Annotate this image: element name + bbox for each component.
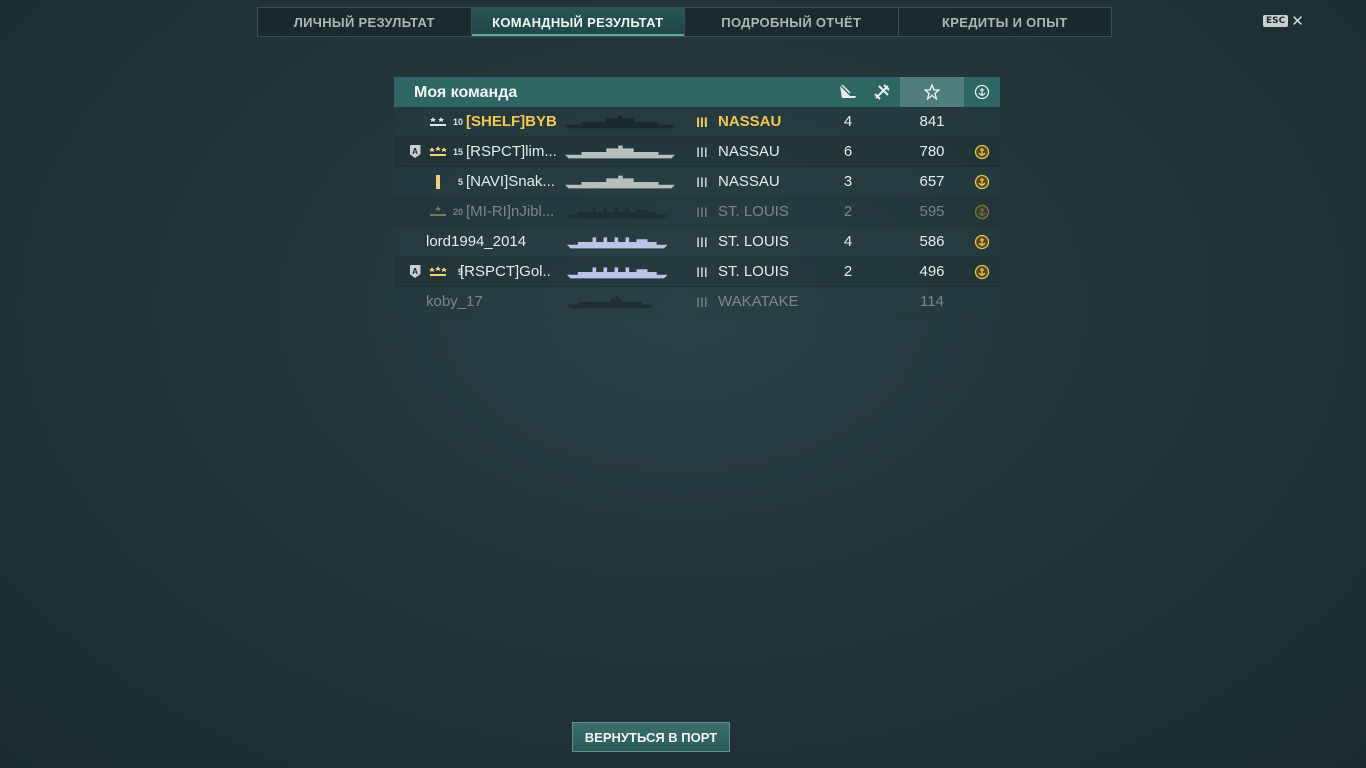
division-badge: A <box>408 257 422 286</box>
rank-icon <box>427 197 449 226</box>
tab-team-result[interactable]: КОМАНДНЫЙ РЕЗУЛЬТАТ <box>471 8 685 36</box>
results-tabs: ЛИЧНЫЙ РЕЗУЛЬТАТ КОМАНДНЫЙ РЕЗУЛЬТАТ ПОД… <box>257 7 1112 37</box>
team-title: Моя команда <box>414 84 518 101</box>
division-badge-label: A <box>409 145 421 158</box>
ship-tier: III <box>696 113 708 130</box>
tab-detailed-report[interactable]: ПОДРОБНЫЙ ОТЧЁТ <box>685 8 899 36</box>
base-xp: 595 <box>919 203 945 220</box>
base-xp: 841 <box>919 113 945 130</box>
ship-name: NASSAU <box>718 173 780 190</box>
ship-silhouette <box>565 107 675 136</box>
player-level: 20 <box>452 206 463 217</box>
anchor-medal-icon[interactable] <box>964 77 1000 107</box>
rank-icon <box>427 257 449 286</box>
team-header: Моя команда <box>394 77 1000 107</box>
close-icon[interactable]: ✕ <box>1291 12 1304 30</box>
ship-tier: III <box>696 233 708 250</box>
player-level: 15 <box>452 146 463 157</box>
ships-destroyed-count: 6 <box>843 143 853 160</box>
table-row[interactable]: A 15 [RSPCT]lim... III NASSAU 6 780 <box>394 137 1000 167</box>
anchor-medal-icon <box>964 227 1000 256</box>
division-badge-label: A <box>409 265 421 278</box>
player-level: 10 <box>452 116 463 127</box>
player-level: 5 <box>457 176 463 187</box>
ship-tier: III <box>696 203 708 220</box>
ship-name: WAKATAKE <box>718 293 799 310</box>
anchor-medal-icon <box>964 257 1000 286</box>
rank-icon <box>427 137 449 166</box>
table-row[interactable]: A 9 [RSPCT]Gol... III ST. LOUIS 2 496 <box>394 257 1000 287</box>
esc-key-label: ESC <box>1263 15 1289 27</box>
return-to-port-button[interactable]: ВЕРНУТЬСЯ В ПОРТ <box>572 722 730 752</box>
team-results-panel: Моя команда 10 [SHELF]BYB... III NASSAU <box>394 77 1000 317</box>
player-name: [SHELF]BYB... <box>466 113 556 130</box>
player-name: lord1994_2014 <box>426 233 527 250</box>
ships-destroyed-count: 3 <box>843 173 853 190</box>
player-name: [RSPCT]lim... <box>466 143 556 160</box>
rank-icon <box>427 167 449 196</box>
player-name: [RSPCT]Gol... <box>460 263 550 280</box>
ship-silhouette <box>565 227 675 256</box>
rank-icon <box>427 107 449 136</box>
anchor-medal-icon <box>964 137 1000 166</box>
tab-personal-result[interactable]: ЛИЧНЫЙ РЕЗУЛЬТАТ <box>258 8 472 36</box>
ship-name: NASSAU <box>718 143 780 160</box>
ship-name: ST. LOUIS <box>718 263 789 280</box>
ship-tier: III <box>696 293 708 310</box>
ships-destroyed-count: 2 <box>843 263 853 280</box>
ships-destroyed-count: 4 <box>843 233 853 250</box>
ship-tier: III <box>696 143 708 160</box>
division-badge: A <box>408 137 422 166</box>
anchor-medal-icon <box>964 197 1000 226</box>
player-name: [MI-RI]nJibl... <box>466 203 555 220</box>
ship-silhouette <box>565 287 675 316</box>
base-xp: 780 <box>919 143 945 160</box>
ship-name: ST. LOUIS <box>718 233 789 250</box>
ship-tier: III <box>696 173 708 190</box>
anchor-medal-icon <box>964 167 1000 196</box>
ships-destroyed-icon[interactable] <box>832 77 864 107</box>
ship-silhouette <box>565 197 675 226</box>
player-name: koby_17 <box>426 293 483 310</box>
ship-name: ST. LOUIS <box>718 203 789 220</box>
table-row[interactable]: koby_17 III WAKATAKE 114 <box>394 287 1000 317</box>
planes-destroyed-icon[interactable] <box>866 77 898 107</box>
ships-destroyed-count: 4 <box>843 113 853 130</box>
tab-credits-and-xp[interactable]: КРЕДИТЫ И ОПЫТ <box>899 8 1112 36</box>
base-xp: 496 <box>919 263 945 280</box>
ships-destroyed-count: 2 <box>843 203 853 220</box>
table-row[interactable]: 5 [NAVI]Snak... III NASSAU 3 657 <box>394 167 1000 197</box>
close-button[interactable]: ESC ✕ <box>1263 12 1304 30</box>
ship-tier: III <box>696 263 708 280</box>
table-row[interactable]: lord1994_2014 III ST. LOUIS 4 586 <box>394 227 1000 257</box>
ship-silhouette <box>565 167 675 196</box>
table-row[interactable]: 10 [SHELF]BYB... III NASSAU 4 841 <box>394 107 1000 137</box>
player-name: [NAVI]Snak... <box>466 173 555 190</box>
team-rows: 10 [SHELF]BYB... III NASSAU 4 841 A 15 [… <box>394 107 1000 317</box>
base-xp: 657 <box>919 173 945 190</box>
base-xp: 114 <box>920 293 944 310</box>
base-xp: 586 <box>919 233 945 250</box>
star-icon[interactable] <box>900 77 964 107</box>
table-row[interactable]: 20 [MI-RI]nJibl... III ST. LOUIS 2 595 <box>394 197 1000 227</box>
ship-silhouette <box>565 257 675 286</box>
ship-silhouette <box>565 137 675 166</box>
ship-name: NASSAU <box>718 113 782 130</box>
